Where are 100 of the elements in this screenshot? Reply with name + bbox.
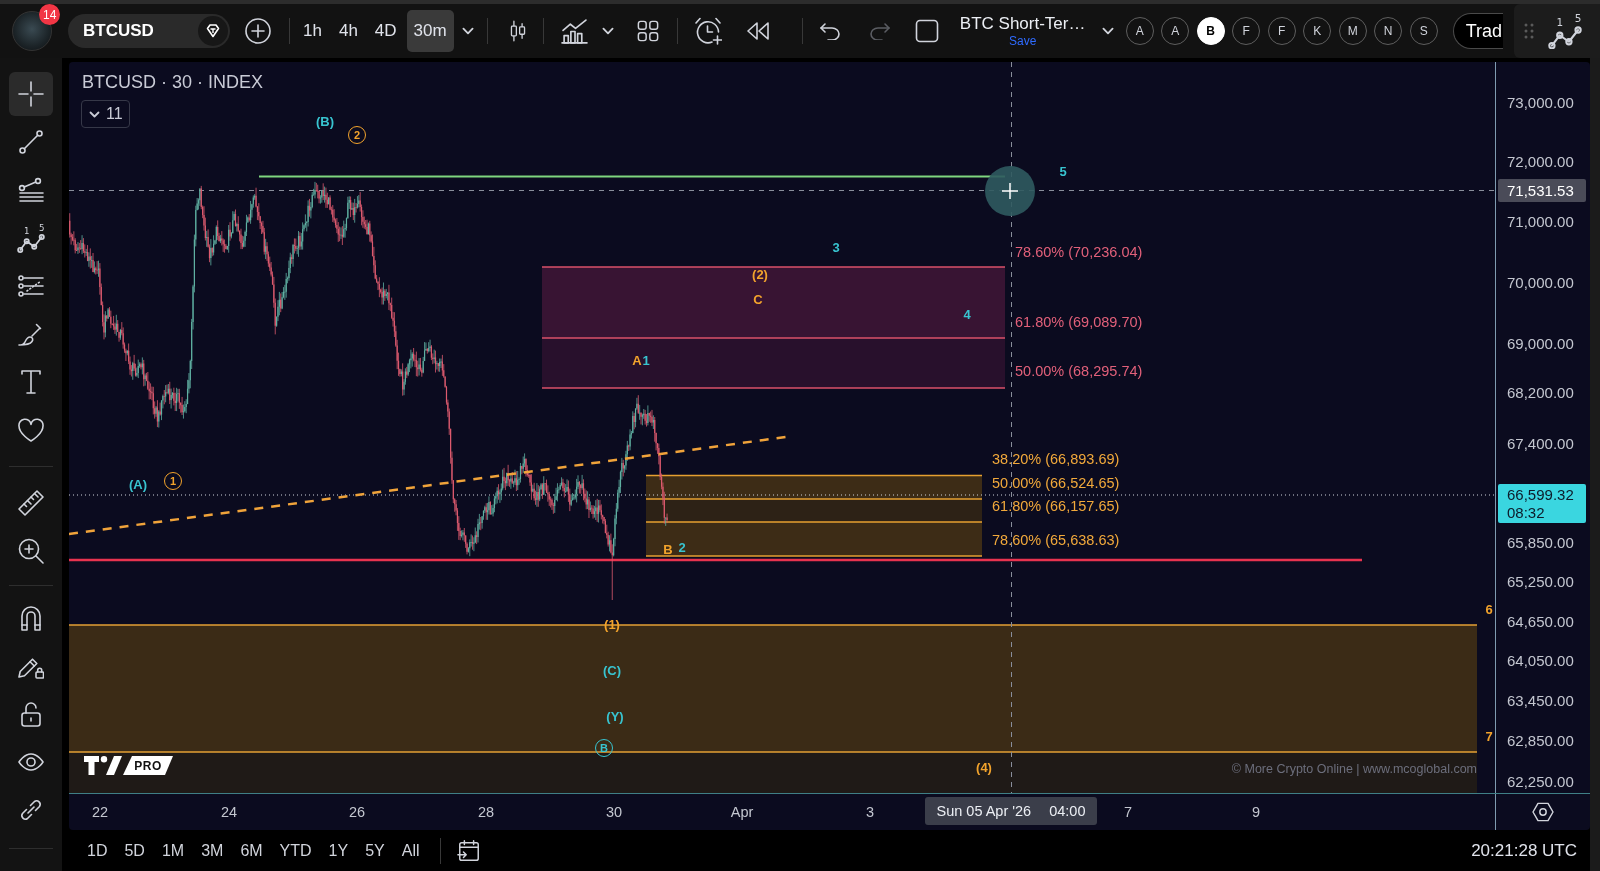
- magnet-icon[interactable]: [18, 605, 44, 631]
- undo-icon[interactable]: [818, 22, 841, 40]
- interval-button[interactable]: 30m: [406, 10, 454, 52]
- time-axis-label: 28: [477, 804, 495, 820]
- wave-label: (Y): [606, 709, 624, 723]
- price-axis-label: 63,450.00: [1507, 692, 1574, 708]
- fib-level-label: 50.00% (66,524.65): [992, 475, 1120, 491]
- calendar-icon[interactable]: [456, 838, 481, 863]
- price-axis-label: 68,200.00: [1507, 384, 1574, 400]
- grid-icon[interactable]: [636, 20, 659, 42]
- heart-icon[interactable]: [18, 417, 44, 443]
- crosshair-icon[interactable]: [18, 81, 44, 107]
- range-button[interactable]: All: [395, 835, 426, 866]
- crosshair-price-label: 71,531.53: [1498, 179, 1586, 202]
- zoom-in-icon[interactable]: [18, 538, 44, 564]
- settings-icon[interactable]: [1532, 802, 1554, 822]
- square-icon[interactable]: [914, 19, 939, 43]
- horizontal-lines-icon[interactable]: [18, 177, 44, 203]
- range-button[interactable]: 6M: [234, 835, 269, 866]
- time-axis-label: 24: [220, 804, 238, 820]
- time-axis-label: 30: [605, 804, 623, 820]
- layout-name[interactable]: BTC Short-Ter…: [959, 15, 1086, 32]
- price-axis-label: 64,650.00: [1507, 613, 1574, 629]
- wave-label: 2: [678, 540, 686, 554]
- legend-toggle-button[interactable]: 11: [81, 100, 130, 128]
- brush-icon[interactable]: [18, 321, 44, 347]
- alarm-clock-icon[interactable]: [693, 17, 722, 45]
- lines-with-nodes-icon[interactable]: [18, 273, 44, 299]
- wave-label: (C): [603, 663, 621, 677]
- wave-label: 7: [1485, 729, 1493, 743]
- trade-button[interactable]: Trad: [1452, 13, 1503, 49]
- logo-icon: [84, 756, 122, 775]
- wave-label: (A): [129, 477, 147, 491]
- unlock-icon[interactable]: [18, 701, 44, 727]
- drawing-tool-button[interactable]: [9, 72, 53, 116]
- price-axis-label: 71,000.00: [1507, 213, 1574, 229]
- fib-level-label: 78.60% (70,236.04): [1015, 244, 1143, 260]
- price-axis-label: 62,250.00: [1507, 773, 1574, 789]
- save-link[interactable]: Save: [1008, 35, 1037, 47]
- rewind-icon[interactable]: [746, 22, 769, 40]
- notification-badge: 14: [39, 4, 61, 25]
- clock-time: 20:21:28 UTC: [1471, 840, 1577, 861]
- drawing-tool-button[interactable]: 1 5: [9, 216, 53, 260]
- wave-label: 5: [1059, 164, 1067, 178]
- caret-icon[interactable]: [601, 27, 614, 35]
- add-icon[interactable]: [245, 18, 271, 44]
- time-axis-label: 3: [865, 804, 875, 820]
- time-axis-label: 22: [91, 804, 109, 820]
- interval-button[interactable]: 4D: [367, 10, 404, 52]
- range-button[interactable]: YTD: [273, 835, 318, 866]
- bar-countdown: 08:32: [1507, 503, 1546, 522]
- time-axis-label: 7: [1123, 804, 1133, 820]
- bar-chart-icon[interactable]: [560, 18, 588, 44]
- fib-level-label: 61.80% (66,157.65): [992, 498, 1120, 514]
- wave-label: 6: [1485, 602, 1493, 616]
- wave-label: 1: [642, 353, 650, 367]
- interval-button[interactable]: 1h: [296, 10, 329, 52]
- price-axis-label: 73,000.00: [1507, 94, 1574, 110]
- range-button[interactable]: 3M: [195, 835, 230, 866]
- price-axis-label: 65,850.00: [1507, 534, 1574, 550]
- time-axis-label: 26: [348, 804, 366, 820]
- price-axis-label: 62,850.00: [1507, 732, 1574, 748]
- link-icon[interactable]: [18, 797, 44, 823]
- wave-label: 4: [963, 307, 971, 321]
- wave-label: C: [753, 292, 763, 306]
- range-button[interactable]: 5Y: [359, 835, 391, 866]
- fib-level-label: 78.60% (65,638.63): [992, 532, 1120, 548]
- candlestick-icon[interactable]: [508, 20, 527, 42]
- price-axis-label: 72,000.00: [1507, 153, 1574, 169]
- caret-icon[interactable]: [461, 27, 474, 35]
- time-axis-label: Apr: [730, 804, 754, 820]
- crosshair-time: 04:00: [1049, 803, 1086, 819]
- time-axis-label: 9: [1251, 804, 1261, 820]
- wave-label: B: [663, 542, 673, 556]
- price-axis-label: 69,000.00: [1507, 335, 1574, 351]
- range-button[interactable]: 1D: [81, 835, 114, 866]
- drag-handle-icon[interactable]: [1524, 23, 1534, 39]
- interval-button[interactable]: 4h: [331, 10, 365, 52]
- wave-label: (4): [976, 760, 992, 774]
- range-button[interactable]: 1Y: [322, 835, 355, 866]
- wave-label: (2): [752, 267, 768, 281]
- range-button[interactable]: 1M: [155, 835, 191, 866]
- cursor-icon: [985, 166, 1035, 216]
- caret-icon[interactable]: [1101, 27, 1114, 35]
- price-axis-label: 64,050.00: [1507, 652, 1574, 668]
- price-axis-label: 67,400.00: [1507, 435, 1574, 451]
- drawing-list-button[interactable]: B: [1196, 17, 1225, 45]
- price-axis-label: 70,000.00: [1507, 274, 1574, 290]
- range-button[interactable]: 5D: [118, 835, 151, 866]
- last-price-value: 66,599.32: [1507, 485, 1575, 504]
- caret-icon[interactable]: [89, 110, 100, 118]
- line-tool-icon[interactable]: [18, 129, 44, 155]
- chart-credit-text: © More Crypto Online | www.mcoglobal.com: [1231, 762, 1477, 776]
- ruler-icon[interactable]: [18, 490, 44, 516]
- price-axis-label: 65,250.00: [1507, 573, 1574, 589]
- wave-label: A: [632, 353, 642, 367]
- symbol-search-field[interactable]: BTCUSD: [68, 14, 230, 48]
- text-tool-icon[interactable]: [18, 369, 44, 395]
- fib-level-label: 38.20% (66,893.69): [992, 451, 1120, 467]
- wave-label: (B): [316, 114, 334, 128]
